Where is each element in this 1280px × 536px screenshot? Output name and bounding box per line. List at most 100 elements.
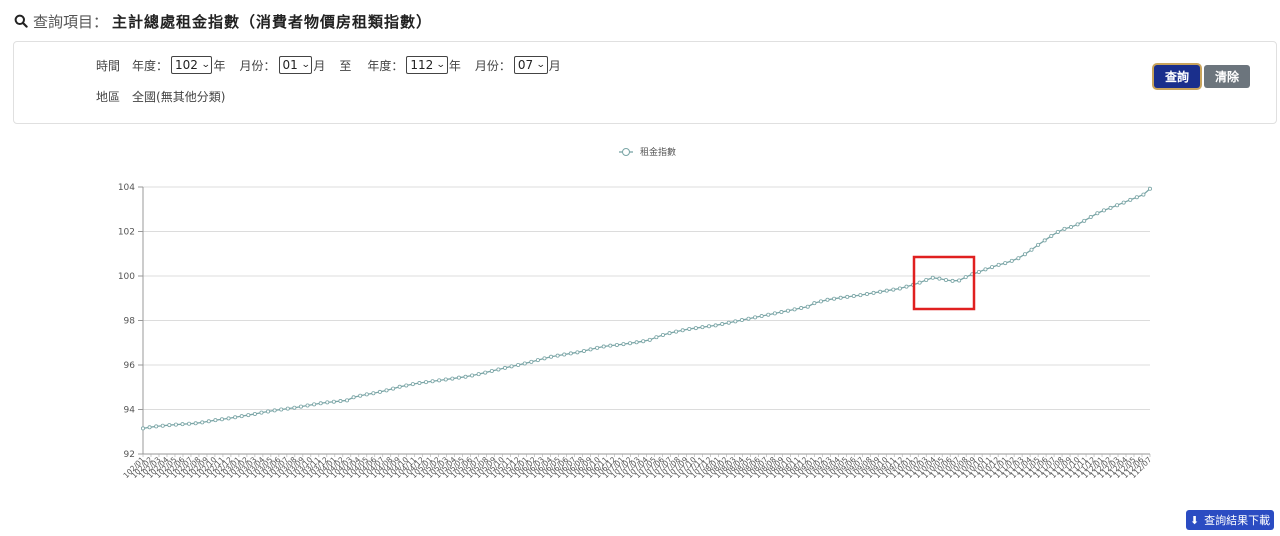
y-tick-label: 94	[124, 406, 136, 416]
data-point	[549, 354, 554, 359]
data-point	[634, 340, 639, 345]
data-point	[1088, 215, 1093, 220]
data-point	[259, 410, 264, 415]
download-results-button[interactable]: ⬇ 查詢結果下載	[1186, 510, 1274, 530]
data-point	[832, 296, 837, 301]
data-point	[147, 425, 152, 430]
data-point	[904, 284, 909, 289]
start-year-label: 年度：	[132, 58, 169, 73]
data-point	[878, 289, 883, 294]
data-point	[1134, 195, 1139, 200]
chevron-down-icon: ⌄	[200, 60, 211, 70]
data-point	[884, 288, 889, 293]
data-point	[930, 275, 935, 280]
data-point	[298, 404, 303, 409]
data-point	[917, 280, 922, 285]
data-point	[812, 301, 817, 306]
start-month-select[interactable]: 01 ⌄	[278, 56, 313, 74]
data-point	[358, 393, 363, 398]
data-point	[193, 421, 198, 426]
data-point	[746, 316, 751, 321]
line-chart-svg: 92949698100102104102/01102/02102/03102/0…	[118, 146, 1154, 480]
data-point	[1128, 197, 1133, 202]
chevron-down-icon: ⌄	[436, 60, 446, 70]
series-line-rent-index	[142, 188, 1151, 430]
data-point	[628, 341, 633, 346]
data-point	[799, 306, 804, 311]
data-point	[345, 398, 350, 403]
region-filter-row: 地區 全國(無其他分類)	[96, 88, 225, 105]
data-point	[371, 391, 376, 396]
data-point	[1082, 218, 1087, 223]
data-point	[845, 294, 850, 299]
data-point	[772, 311, 777, 316]
data-point	[581, 348, 586, 353]
data-point	[654, 335, 659, 340]
y-tick-label: 102	[118, 228, 135, 238]
data-point	[1042, 238, 1047, 243]
data-point	[364, 392, 369, 397]
data-point	[1101, 208, 1106, 213]
end-month-unit: 月	[548, 58, 561, 73]
data-point	[1141, 192, 1146, 197]
data-point	[601, 344, 606, 349]
data-point	[1095, 211, 1100, 216]
data-point	[641, 339, 646, 344]
data-point	[1055, 229, 1060, 234]
data-point	[424, 380, 429, 385]
data-point	[404, 383, 409, 388]
clear-button[interactable]: 清除	[1204, 65, 1250, 88]
query-title-label: 查詢項目：	[33, 12, 109, 31]
data-point	[535, 358, 540, 363]
data-point	[529, 359, 534, 364]
data-point	[753, 315, 758, 320]
data-point	[759, 314, 764, 319]
data-point	[621, 342, 626, 347]
chart-legend: 租金指數	[619, 146, 676, 158]
region-value: 全國(無其他分類)	[132, 90, 226, 104]
data-point	[1009, 258, 1014, 263]
highlight-box	[912, 255, 976, 311]
data-point	[766, 312, 771, 317]
data-point	[1108, 205, 1113, 210]
start-year-select[interactable]: 102 ⌄	[171, 56, 213, 74]
data-point	[489, 369, 494, 374]
data-point	[838, 295, 843, 300]
data-point	[864, 292, 869, 297]
data-point	[595, 345, 600, 350]
data-point	[470, 373, 475, 378]
data-point	[496, 367, 501, 372]
query-button[interactable]: 查詢	[1154, 65, 1200, 88]
region-label: 地區	[96, 90, 121, 104]
data-point	[1029, 247, 1034, 252]
query-title: 查詢項目： 主計總處租金指數（消費者物價房租類指數）	[14, 10, 432, 32]
data-point	[575, 350, 580, 355]
data-point	[950, 278, 955, 283]
data-point	[1121, 200, 1126, 205]
data-point	[805, 304, 810, 309]
data-point	[160, 423, 165, 428]
data-point	[1069, 225, 1074, 230]
start-month-unit: 月	[313, 58, 326, 73]
data-point	[167, 423, 172, 428]
time-label: 時間	[96, 58, 121, 73]
data-point	[608, 343, 613, 348]
data-point	[338, 399, 343, 404]
data-point	[1115, 203, 1120, 208]
end-year-label: 年度：	[367, 58, 404, 73]
end-month-select[interactable]: 07 ⌄	[513, 56, 548, 74]
data-point	[542, 356, 547, 361]
start-year-unit: 年	[213, 58, 226, 73]
filter-panel: 時間 年度： 102 ⌄ 年 月份： 01 ⌄ 月 至 年度： 112 ⌄ 年 月份：…	[13, 41, 1277, 124]
data-point	[173, 422, 178, 427]
time-filter-row: 時間 年度： 102 ⌄ 年 月份： 01 ⌄ 月 至 年度： 112 ⌄ 年 月份：…	[96, 56, 561, 74]
data-point	[233, 415, 238, 420]
data-point	[206, 419, 211, 424]
end-year-select[interactable]: 112 ⌄	[406, 56, 448, 74]
data-point	[246, 413, 251, 418]
data-point	[693, 326, 698, 331]
data-point	[871, 290, 876, 295]
data-point	[990, 265, 995, 270]
data-point	[562, 352, 567, 357]
data-point	[410, 382, 415, 387]
